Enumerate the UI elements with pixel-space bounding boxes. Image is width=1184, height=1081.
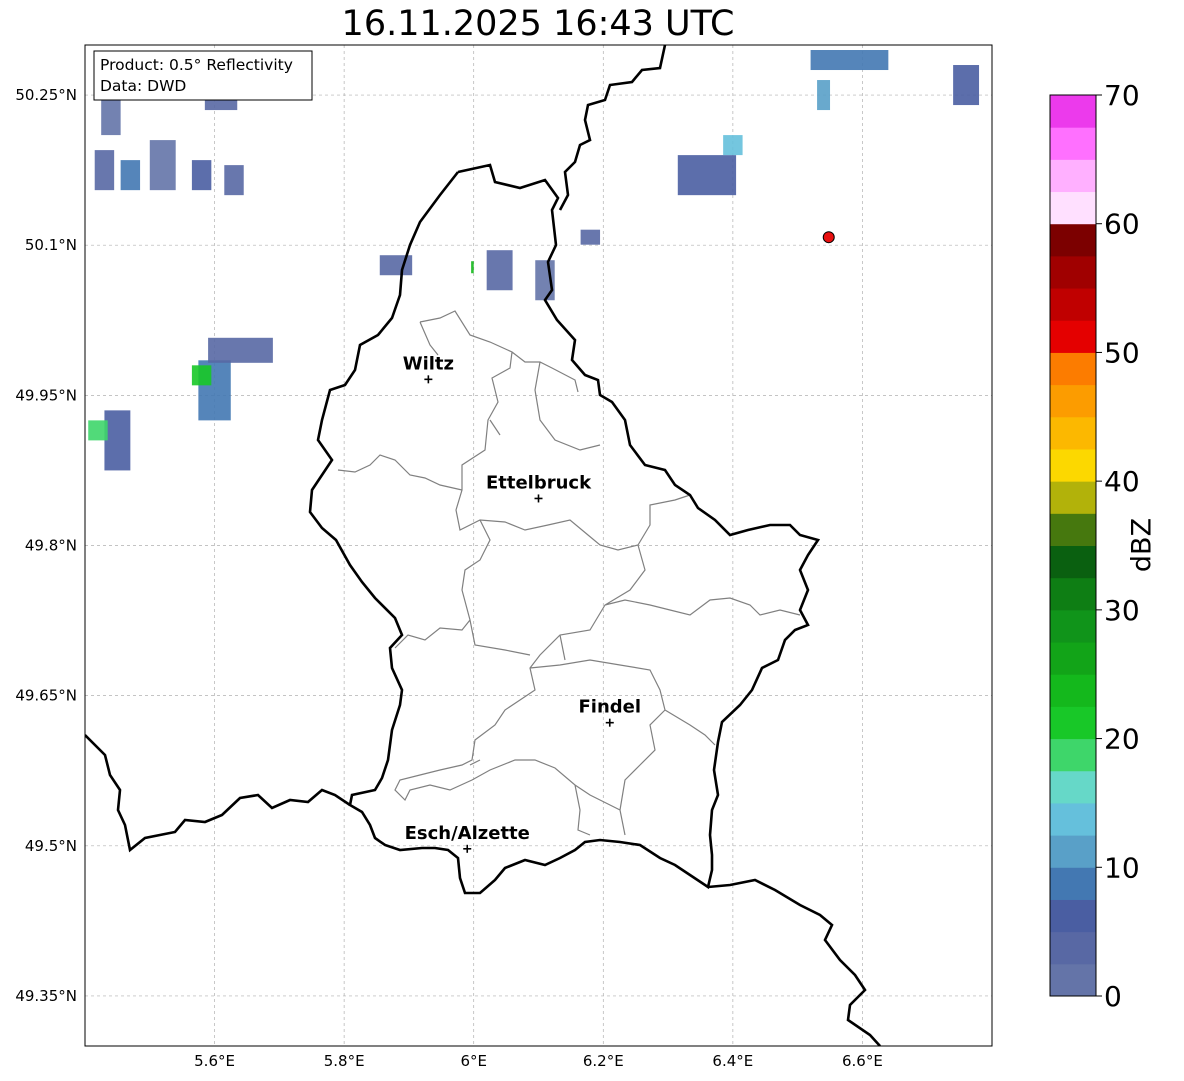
- colorbar-segment-8: [1050, 706, 1096, 740]
- radar-site-marker: [822, 231, 835, 244]
- colorbar-segment-14: [1050, 513, 1096, 546]
- radar-echo-8: [191, 365, 212, 386]
- radar-echo-3: [191, 160, 212, 191]
- colorbar-segment-18: [1050, 384, 1096, 418]
- colorbar-segment-2: [1050, 899, 1096, 933]
- colorbar-segment-16: [1050, 448, 1096, 482]
- lon-tick-label: 5.6°E: [194, 1052, 235, 1070]
- colorbar-tick-label: 20: [1104, 723, 1140, 756]
- colorbar-segment-6: [1050, 770, 1096, 804]
- radar-echo-21: [953, 65, 980, 106]
- radar-echo-17: [677, 155, 737, 196]
- colorbar-tick-label: 10: [1104, 851, 1140, 884]
- colorbar-label: dBZ: [1126, 517, 1158, 573]
- colorbar-tick-label: 0: [1104, 980, 1122, 1013]
- info-box: Product: 0.5° Reflectivity Data: DWD: [93, 50, 313, 101]
- lat-tick-label: 49.35°N: [15, 987, 77, 1005]
- colorbar-segment-13: [1050, 545, 1096, 579]
- radar-echo-1: [120, 160, 141, 191]
- colorbar-segment-17: [1050, 416, 1096, 450]
- lat-tick-label: 49.95°N: [15, 386, 77, 404]
- radar-echo-20: [817, 80, 831, 111]
- lon-tick-label: 5.8°E: [324, 1052, 365, 1070]
- radar-map: Wiltz Ettelbruck Findel Esch/Alzette 5.6°E 5…: [15, 44, 1140, 1070]
- colorbar-tick-label: 70: [1104, 79, 1140, 112]
- colorbar-segment-15: [1050, 481, 1096, 514]
- colorbar-segment-0: [1050, 963, 1096, 997]
- radar-echo-0: [94, 150, 115, 191]
- lat-tick-label: 49.5°N: [25, 837, 77, 855]
- city-label: Esch/Alzette: [405, 823, 530, 844]
- radar-site-dot: [822, 231, 835, 244]
- lon-tick-label: 6°E: [460, 1052, 487, 1070]
- colorbar-segment-4: [1050, 835, 1096, 868]
- colorbar-segment-19: [1050, 352, 1096, 386]
- radar-echo-14: [471, 261, 474, 274]
- lat-tick-label: 49.8°N: [25, 537, 77, 555]
- colorbar-segment-5: [1050, 802, 1096, 836]
- colorbar-tick-label: 60: [1104, 208, 1140, 241]
- lat-tick-label: 50.1°N: [25, 236, 77, 254]
- radar-echo-4: [224, 165, 244, 196]
- colorbar-segment-3: [1050, 867, 1096, 900]
- colorbar-segment-27: [1050, 95, 1096, 128]
- colorbar-segment-23: [1050, 223, 1096, 257]
- colorbar-segment-9: [1050, 674, 1096, 707]
- lat-tick-label: 49.65°N: [15, 687, 77, 705]
- radar-echo-19: [810, 50, 889, 71]
- colorbar-segment-21: [1050, 288, 1096, 321]
- colorbar-tick-label: 30: [1104, 594, 1140, 627]
- radar-echo-9: [208, 337, 273, 363]
- radar-echo-12: [379, 255, 413, 276]
- radar-echo-18: [723, 135, 743, 156]
- colorbar-segment-26: [1050, 127, 1096, 160]
- colorbar-segment-24: [1050, 191, 1096, 225]
- info-data-source: Data: DWD: [100, 77, 186, 95]
- colorbar-segment-11: [1050, 609, 1096, 643]
- city-label: Findel: [578, 697, 641, 718]
- radar-echo-2: [149, 140, 176, 191]
- city-label: Wiltz: [403, 353, 454, 374]
- colorbar-tick-label: 40: [1104, 465, 1140, 498]
- colorbar-segment-22: [1050, 255, 1096, 289]
- radar-echo-11: [88, 420, 108, 441]
- colorbar-tick-label: 50: [1104, 336, 1140, 369]
- radar-echo-10: [104, 410, 131, 471]
- lon-tick-label: 6.6°E: [842, 1052, 883, 1070]
- colorbar-segment-10: [1050, 642, 1096, 675]
- info-product: Product: 0.5° Reflectivity: [100, 56, 293, 74]
- radar-echo-16: [580, 229, 601, 245]
- city-label: Ettelbruck: [486, 472, 592, 493]
- radar-echo-13: [486, 250, 513, 291]
- colorbar-segment-1: [1050, 931, 1096, 965]
- lon-tick-label: 6.4°E: [712, 1052, 753, 1070]
- colorbar-segment-12: [1050, 577, 1096, 611]
- colorbar-segment-7: [1050, 738, 1096, 772]
- colorbar-segment-25: [1050, 159, 1096, 193]
- colorbar-segment-20: [1050, 320, 1096, 353]
- lat-tick-label: 50.25°N: [15, 86, 77, 104]
- lon-tick-label: 6.2°E: [583, 1052, 624, 1070]
